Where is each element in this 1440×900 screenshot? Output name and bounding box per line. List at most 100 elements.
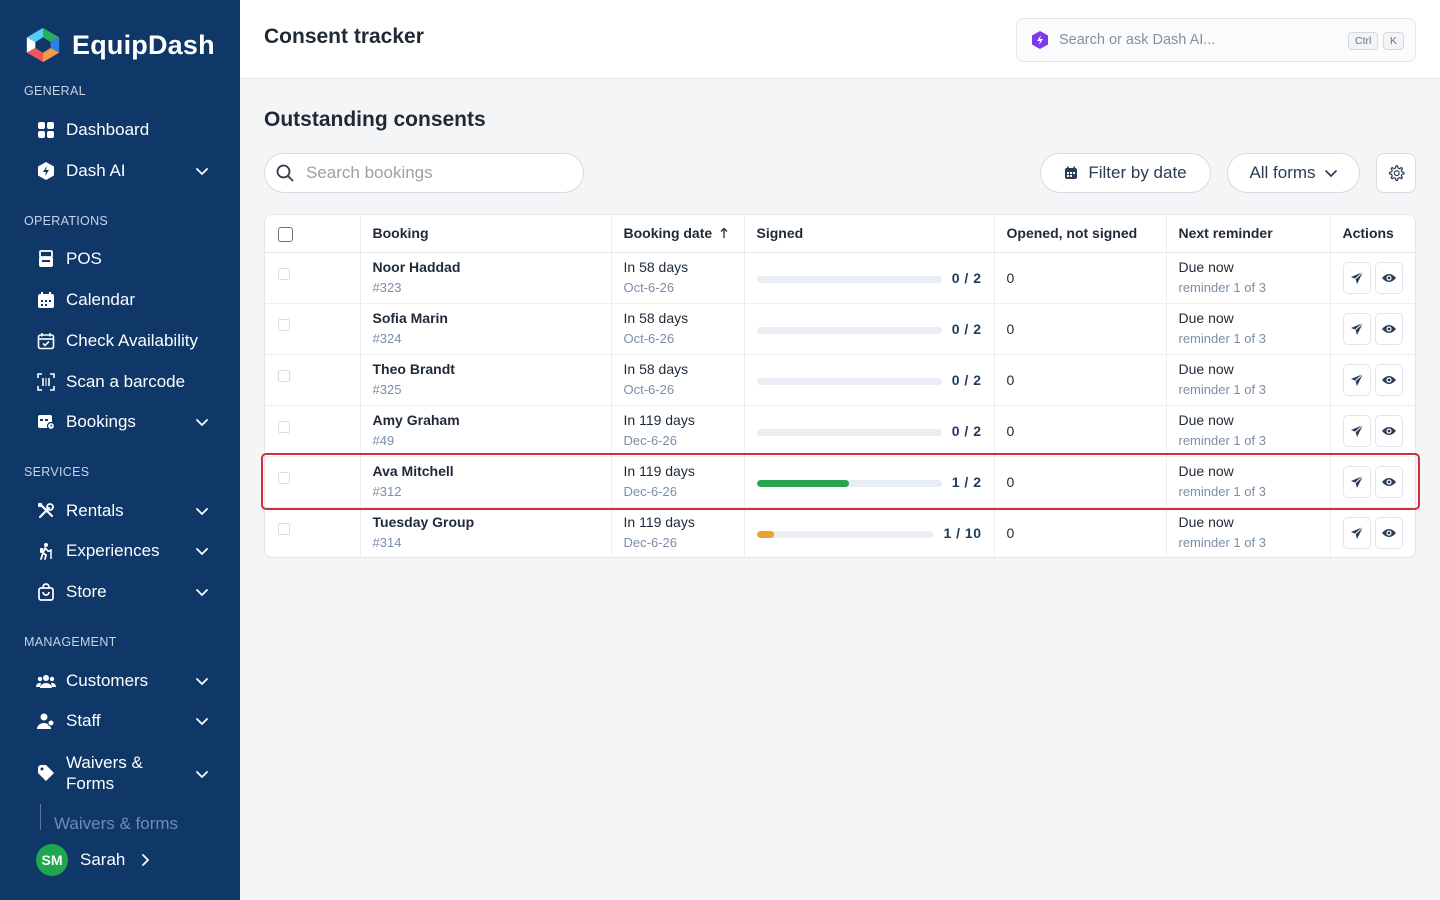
table-row[interactable]: Sofia Marin #324 In 58 days Oct-6-26 0 /… [265, 303, 1415, 355]
sidebar-item-pos[interactable]: POS [36, 244, 216, 274]
sidebar-item-label: Rentals [66, 501, 124, 520]
chevron-down-icon [1324, 170, 1337, 178]
sidebar-item-rentals[interactable]: Rentals [36, 496, 216, 526]
view-button[interactable] [1374, 465, 1403, 498]
consents-table: Booking Booking date Signed Opened, not … [264, 214, 1416, 558]
sidebar-item-label: Customers [66, 671, 149, 690]
kbd-k: K [1383, 32, 1405, 50]
customer-name[interactable]: Tuesday Group [373, 513, 599, 531]
column-header-booking-date[interactable]: Booking date [611, 215, 745, 253]
opened-not-signed-cell: 0 [994, 354, 1167, 406]
customer-name[interactable]: Noor Haddad [373, 258, 599, 276]
signed-count: 0 / 2 [951, 269, 982, 286]
signed-progress-bar [756, 479, 942, 487]
booking-id: #314 [372, 535, 402, 551]
ai-search-box[interactable]: Ctrl K [1016, 18, 1416, 62]
row-checkbox[interactable] [278, 420, 290, 433]
send-reminder-button[interactable] [1342, 312, 1371, 345]
customer-name[interactable]: Ava Mitchell [373, 462, 599, 480]
reminder-status: Due now [1178, 412, 1234, 428]
booking-date: Dec-6-26 [623, 433, 677, 448]
customer-name[interactable]: Sofia Marin [373, 309, 599, 327]
app-logo[interactable]: EquipDash [24, 26, 215, 64]
row-checkbox[interactable] [278, 523, 290, 536]
row-checkbox[interactable] [278, 318, 290, 331]
row-select-cell [265, 354, 361, 406]
all-forms-dropdown[interactable]: All forms [1227, 153, 1360, 193]
view-button[interactable] [1374, 363, 1403, 396]
send-icon [1350, 475, 1363, 488]
column-header-next-reminder[interactable]: Next reminder [1166, 215, 1331, 253]
table-row[interactable]: Tuesday Group #314 In 119 days Dec-6-26 … [265, 507, 1415, 557]
row-checkbox[interactable] [278, 471, 290, 484]
row-checkbox[interactable] [278, 267, 290, 280]
opened-not-signed-cell: 0 [994, 252, 1167, 304]
customer-name[interactable]: Amy Graham [373, 411, 599, 429]
booking-cell[interactable]: Theo Brandt #325 [360, 354, 612, 406]
row-select-cell [265, 507, 361, 557]
next-reminder-cell: Due now reminder 1 of 3 [1166, 354, 1331, 406]
customer-name[interactable]: Theo Brandt [373, 360, 599, 378]
send-reminder-button[interactable] [1342, 465, 1371, 498]
signed-cell: 0 / 2 [744, 303, 995, 355]
send-reminder-button[interactable] [1342, 414, 1371, 447]
sidebar-item-staff[interactable]: Staff [36, 706, 216, 736]
search-bookings-input[interactable] [306, 163, 566, 183]
booking-cell[interactable]: Ava Mitchell #312 [360, 456, 612, 508]
row-select-cell [265, 252, 361, 304]
sidebar-item-customers[interactable]: Customers [36, 666, 216, 696]
filter-by-date-button[interactable]: Filter by date [1040, 153, 1211, 193]
section-title: Outstanding consents [264, 108, 486, 131]
select-all-checkbox[interactable] [278, 226, 293, 242]
booking-cell[interactable]: Noor Haddad #323 [360, 252, 612, 304]
ai-search-input[interactable] [1059, 32, 1329, 48]
sidebar: EquipDash GENERAL Dashboard Dash AI OPER… [0, 0, 240, 900]
sidebar-item-calendar[interactable]: Calendar [36, 285, 216, 315]
sidebar-subitem-waivers-forms[interactable]: Waivers & forms [54, 814, 178, 834]
column-header-opened-not-signed[interactable]: Opened, not signed [994, 215, 1167, 253]
column-header-booking[interactable]: Booking [360, 215, 612, 253]
booking-date-cell: In 119 days Dec-6-26 [611, 456, 745, 508]
view-button[interactable] [1374, 414, 1403, 447]
sidebar-item-dash-ai[interactable]: Dash AI [36, 156, 216, 186]
view-button[interactable] [1374, 516, 1403, 549]
view-button[interactable] [1374, 261, 1403, 294]
settings-button[interactable] [1376, 153, 1416, 193]
table-row[interactable]: Ava Mitchell #312 In 119 days Dec-6-26 1… [265, 456, 1415, 508]
table-row[interactable]: Noor Haddad #323 In 58 days Oct-6-26 0 /… [265, 252, 1415, 304]
table-row[interactable]: Amy Graham #49 In 119 days Dec-6-26 0 / … [265, 405, 1415, 457]
booking-relative-date: In 58 days [623, 361, 689, 377]
sidebar-item-waivers-forms[interactable]: Waivers & Forms [36, 752, 216, 798]
sidebar-item-dashboard[interactable]: Dashboard [36, 115, 216, 145]
opened-not-signed-cell: 0 [994, 456, 1167, 508]
sidebar-item-scan-barcode[interactable]: Scan a barcode [36, 367, 216, 397]
booking-cell[interactable]: Amy Graham #49 [360, 405, 612, 457]
user-menu[interactable]: SM Sarah [36, 844, 151, 876]
send-icon [1350, 271, 1363, 284]
send-reminder-button[interactable] [1342, 363, 1371, 396]
booking-cell[interactable]: Tuesday Group #314 [360, 507, 612, 557]
all-forms-label: All forms [1249, 163, 1316, 182]
section-label-operations: OPERATIONS [24, 214, 109, 228]
table-body: Noor Haddad #323 In 58 days Oct-6-26 0 /… [265, 252, 1415, 557]
booking-date: Dec-6-26 [623, 484, 677, 499]
signed-progress-bar [756, 377, 942, 385]
send-reminder-button[interactable] [1342, 516, 1371, 549]
table-row[interactable]: Theo Brandt #325 In 58 days Oct-6-26 0 /… [265, 354, 1415, 406]
sidebar-item-store[interactable]: Store [36, 577, 216, 607]
view-button[interactable] [1374, 312, 1403, 345]
sidebar-item-check-availability[interactable]: Check Availability [36, 326, 216, 356]
send-reminder-button[interactable] [1342, 261, 1371, 294]
booking-cell[interactable]: Sofia Marin #324 [360, 303, 612, 355]
sidebar-item-experiences[interactable]: Experiences [36, 536, 216, 566]
booking-date: Oct-6-26 [623, 382, 675, 397]
signed-progress-fill [756, 479, 850, 487]
search-bookings-box[interactable] [264, 153, 584, 193]
booking-relative-date: In 119 days [623, 463, 695, 479]
reminder-count: reminder 1 of 3 [1178, 382, 1266, 397]
column-header-signed[interactable]: Signed [744, 215, 995, 253]
sidebar-item-bookings[interactable]: Bookings [36, 407, 216, 437]
booking-date-cell: In 119 days Dec-6-26 [611, 507, 745, 557]
booking-id: #324 [372, 331, 402, 346]
row-checkbox[interactable] [278, 369, 290, 382]
